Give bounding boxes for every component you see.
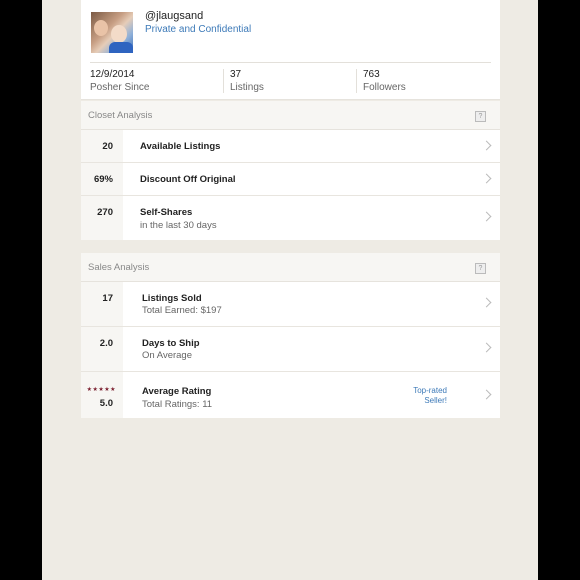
row-subtitle: Total Ratings: 11	[142, 399, 213, 410]
badge-line: Top-rated	[413, 386, 447, 395]
stat-value: 37	[230, 69, 242, 80]
top-rated-seller-badge: Top-rated Seller!	[397, 386, 447, 406]
stat-value: 763	[363, 69, 380, 80]
help-icon[interactable]: ?	[475, 263, 486, 274]
value-column: 20	[81, 130, 123, 162]
row-self-shares[interactable]: 270 Self-Shares in the last 30 days	[81, 196, 500, 240]
chevron-right-icon	[481, 389, 492, 400]
row-available-listings[interactable]: 20 Available Listings	[81, 130, 500, 163]
chevron-right-icon	[481, 140, 492, 151]
value-column: 270	[81, 196, 123, 240]
avatar-person-face	[94, 20, 108, 36]
profile-card: @jlaugsand Private and Confidential 12/9…	[81, 0, 500, 100]
profile-divider	[90, 62, 491, 63]
avatar[interactable]	[91, 12, 133, 53]
value-column: 69%	[81, 163, 123, 195]
row-subtitle: On Average	[142, 350, 193, 361]
value-column: 17	[81, 282, 123, 326]
badge-line: Seller!	[424, 396, 447, 405]
stat-label: Followers	[363, 82, 406, 93]
app-screen: @jlaugsand Private and Confidential 12/9…	[42, 0, 538, 580]
row-value: 20	[102, 141, 113, 152]
username[interactable]: @jlaugsand	[145, 10, 203, 22]
chevron-right-icon	[481, 211, 492, 222]
stat-label: Listings	[230, 82, 264, 93]
row-value: 5.0	[99, 398, 113, 409]
row-value: 270	[97, 207, 113, 218]
stat-listings[interactable]: 37 Listings	[230, 69, 264, 95]
row-value: 69%	[93, 174, 113, 185]
row-value: 17	[102, 293, 113, 304]
section-title: Sales Analysis	[88, 262, 150, 273]
row-title: Average Rating	[142, 386, 212, 397]
row-title: Listings Sold	[142, 293, 202, 304]
row-average-rating[interactable]: ★★★★★ 5.0 Average Rating Total Ratings: …	[81, 372, 500, 418]
row-discount-off-original[interactable]: 69% Discount Off Original	[81, 163, 500, 196]
row-title: Days to Ship	[142, 338, 200, 349]
chevron-right-icon	[481, 173, 492, 184]
chevron-right-icon	[481, 297, 492, 308]
stat-followers[interactable]: 763 Followers	[363, 69, 406, 95]
row-days-to-ship[interactable]: 2.0 Days to Ship On Average	[81, 327, 500, 372]
stat-label: Posher Since	[90, 82, 150, 93]
profile-tagline[interactable]: Private and Confidential	[145, 24, 251, 35]
value-column: 2.0	[81, 327, 123, 371]
row-listings-sold[interactable]: 17 Listings Sold Total Earned: $197	[81, 282, 500, 327]
avatar-shirt	[109, 42, 133, 53]
sales-analysis-card: Sales Analysis ? 17 Listings Sold Total …	[81, 253, 500, 418]
row-value: 2.0	[99, 338, 113, 349]
row-subtitle: in the last 30 days	[140, 220, 217, 231]
rating-stars-icon: ★★★★★	[86, 387, 116, 393]
value-column: ★★★★★ 5.0	[81, 372, 123, 418]
stat-posher-since: 12/9/2014 Posher Since	[90, 69, 149, 95]
chevron-right-icon	[481, 342, 492, 353]
stat-separator	[356, 69, 357, 93]
row-subtitle: Total Earned: $197	[142, 305, 222, 316]
stat-separator	[223, 69, 224, 93]
sales-analysis-header: Sales Analysis ?	[81, 253, 500, 282]
stat-value: 12/9/2014	[90, 69, 135, 80]
row-title: Available Listings	[140, 141, 221, 152]
help-icon[interactable]: ?	[475, 111, 486, 122]
closet-analysis-header: Closet Analysis ?	[81, 101, 500, 130]
row-title: Discount Off Original	[140, 174, 236, 185]
row-title: Self-Shares	[140, 207, 193, 218]
closet-analysis-card: Closet Analysis ? 20 Available Listings …	[81, 101, 500, 240]
section-title: Closet Analysis	[88, 110, 153, 121]
avatar-baby-face	[111, 25, 127, 43]
